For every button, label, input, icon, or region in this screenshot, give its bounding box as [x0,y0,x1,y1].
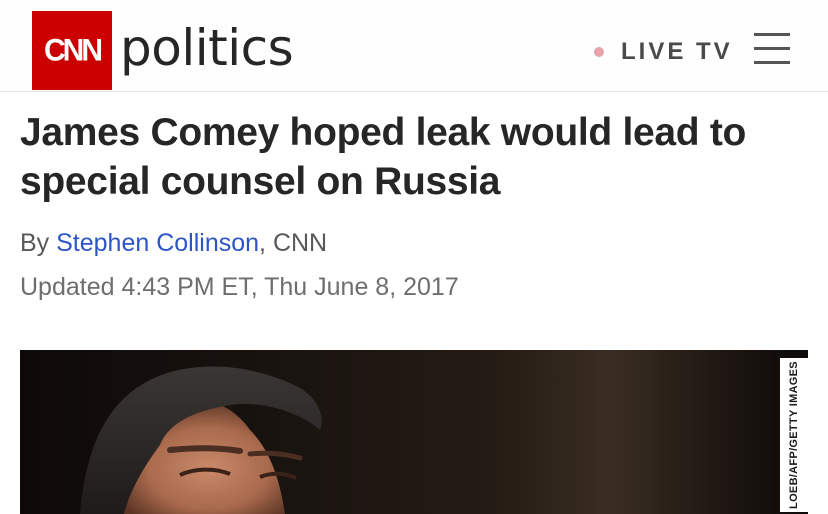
photo-illustration [80,366,322,514]
menu-bar [754,61,790,64]
article-photo[interactable] [20,350,808,514]
byline-prefix: By [20,229,57,257]
photo-credit-text: LOEB/AFP/GETTY IMAGES [788,361,800,509]
site-header: CNN politics LIVE TV [0,0,828,92]
hamburger-menu-icon[interactable] [754,33,790,65]
updated-timestamp: Updated 4:43 PM ET, Thu June 8, 2017 [20,273,459,301]
photo-credit: LOEB/AFP/GETTY IMAGES [780,358,808,512]
logo-text: CNN [44,32,103,68]
section-title[interactable]: politics [120,18,294,78]
live-indicator-dot [594,47,604,57]
cnn-logo[interactable]: CNN [32,11,112,90]
menu-bar [754,33,790,36]
byline-suffix: , CNN [259,229,328,257]
author-link[interactable]: Stephen Collinson [56,229,259,257]
live-tv-link[interactable]: LIVE TV [621,38,733,66]
byline: By Stephen Collinson, CNN [20,226,327,260]
article-headline: James Comey hoped leak would lead to spe… [20,111,747,203]
menu-bar [754,47,790,50]
